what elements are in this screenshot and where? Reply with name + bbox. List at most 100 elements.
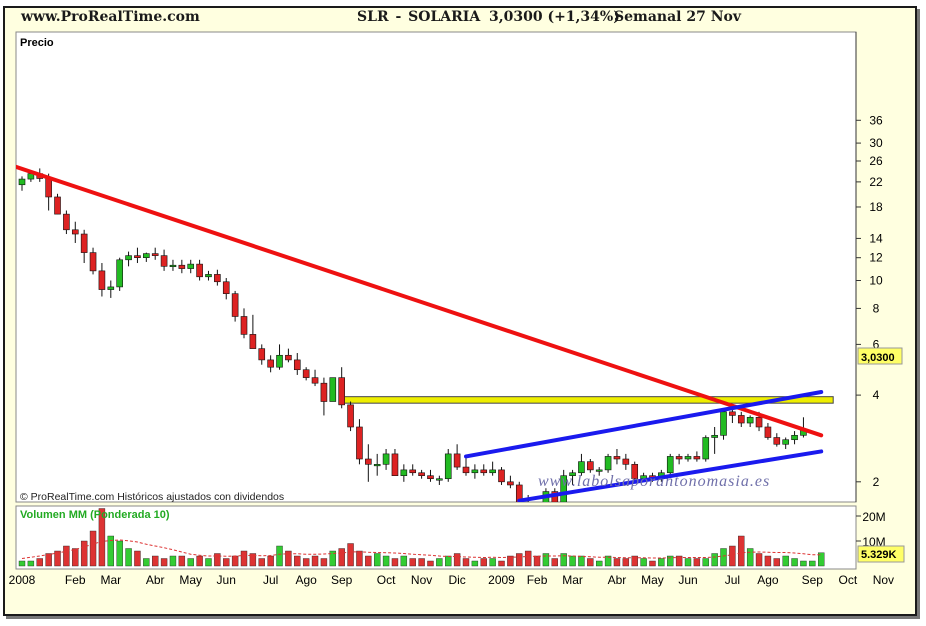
price-tick-label: 18: [869, 200, 883, 214]
x-axis-label: Dic: [448, 573, 465, 587]
volume-bar: [746, 548, 754, 567]
volume-bar: [72, 548, 79, 567]
volume-bar: [45, 553, 52, 567]
price-tick-label: 8: [873, 301, 880, 315]
x-axis-label: Mar: [562, 573, 583, 587]
candle-body: [720, 411, 727, 436]
price-tick-label: 26: [869, 154, 883, 168]
volume-bar: [223, 558, 230, 567]
candle-body: [453, 453, 461, 468]
volume-bar: [134, 550, 141, 567]
candle-body: [684, 456, 692, 460]
candle-body: [160, 255, 168, 267]
volume-bar: [551, 558, 558, 567]
candle-body: [320, 382, 328, 402]
volume-bar: [436, 558, 443, 567]
candle-body: [471, 469, 479, 474]
price-tick-label: 14: [869, 231, 883, 245]
candle-body: [302, 369, 310, 378]
candle-body: [729, 411, 736, 416]
volume-bar: [471, 560, 479, 567]
candle-body: [755, 416, 763, 428]
volume-bar: [187, 558, 194, 567]
x-axis-label: Mar: [100, 573, 121, 587]
candle-body: [178, 264, 186, 269]
candle-body: [125, 255, 132, 261]
volume-bar: [622, 558, 630, 567]
volume-bar: [125, 548, 132, 567]
volume-bar: [151, 555, 159, 567]
candle-body: [773, 437, 781, 445]
x-axis-label: Abr: [608, 573, 627, 587]
candle-body: [365, 458, 372, 465]
volume-bar: [294, 555, 301, 567]
volume-bar: [800, 560, 807, 567]
x-axis-label: Sep: [331, 573, 353, 587]
candle-body: [791, 435, 798, 441]
volume-bar: [578, 555, 585, 567]
chart-canvas: 36302622181412108642 20M10M 2008 Feb Mar Ab…: [9, 31, 905, 587]
candle-body: [293, 359, 301, 371]
volume-bar: [427, 560, 434, 567]
volume-bar: [809, 560, 816, 567]
price-tick-label: 30: [869, 136, 883, 150]
volume-bar: [498, 560, 505, 567]
volume-bar: [356, 550, 363, 567]
volume-bar: [374, 553, 381, 567]
price-panel: [15, 31, 857, 503]
volume-bar: [382, 555, 390, 567]
volume-bar: [738, 535, 745, 567]
volume-bar: [27, 560, 35, 567]
volume-bar: [205, 558, 212, 567]
candle-body: [143, 253, 150, 258]
volume-bar: [169, 555, 177, 567]
volume-bar: [347, 543, 354, 567]
candle-body: [427, 475, 434, 480]
x-axis-label: Jun: [217, 573, 236, 587]
candle-body: [587, 461, 594, 471]
volume-bar: [36, 558, 43, 567]
copyright-footer: © ProRealTime.com Históricos ajustados c…: [20, 491, 284, 503]
volume-bar: [418, 558, 425, 567]
volume-bar: [720, 548, 727, 567]
price-panel-title: Precio: [20, 37, 54, 49]
candle-body: [98, 270, 106, 290]
volume-bar: [711, 553, 718, 567]
candle-body: [622, 458, 630, 465]
candle-body: [54, 196, 61, 215]
candle-body: [666, 456, 674, 474]
volume-bar: [196, 555, 203, 567]
volume-bar: [311, 555, 319, 567]
volume-bar: [391, 558, 399, 567]
volume-bar: [320, 558, 328, 567]
candle-body: [418, 472, 425, 477]
volume-bar: [258, 558, 265, 567]
candle-body: [356, 426, 363, 460]
candle-body: [391, 453, 399, 477]
volume-bar: [445, 555, 452, 567]
volume-bar: [480, 558, 487, 567]
volume-bar: [684, 558, 692, 567]
candle-body: [702, 437, 710, 460]
price-tick-label: 22: [869, 175, 883, 189]
volume-bar: [791, 558, 798, 567]
price-tick-label: 36: [869, 113, 883, 127]
x-axis-label: Nov: [411, 573, 432, 587]
x-axis-label: Oct: [839, 573, 858, 587]
volume-bar: [764, 555, 772, 567]
candle-body: [231, 293, 239, 317]
volume-bar: [63, 545, 70, 567]
price-tick-label: 4: [873, 388, 880, 402]
candle-body: [134, 255, 141, 258]
volume-bar: [338, 548, 345, 567]
x-axis-label: Ago: [757, 573, 779, 587]
volume-bar: [587, 558, 594, 567]
last-volume-label: 5.329K: [861, 549, 897, 561]
candle-body: [222, 281, 230, 294]
x-axis-label: Nov: [873, 573, 894, 587]
candle-body: [187, 263, 195, 269]
candle-body: [267, 359, 274, 368]
volume-bar: [516, 553, 523, 567]
x-axis-label: Sep: [802, 573, 824, 587]
candle-body: [604, 456, 612, 471]
